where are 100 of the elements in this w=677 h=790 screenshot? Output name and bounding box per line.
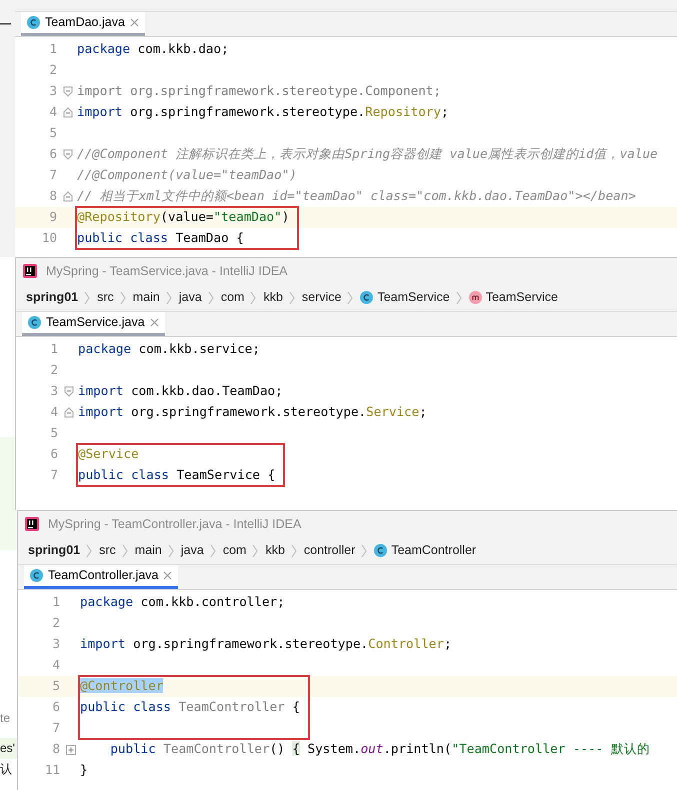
- line-number: 5: [48, 124, 58, 142]
- code-line: //@Component 注解标识在类上，表示对象由Spring容器创建 value属性表示创建的id值，value: [76, 145, 658, 164]
- line-number: 3: [48, 82, 58, 100]
- chevron-icon: [84, 290, 92, 304]
- breadcrumb-item[interactable]: main: [134, 541, 162, 560]
- chevron-icon: [361, 544, 368, 558]
- chevron-icon: [288, 290, 296, 304]
- line-number: 2: [48, 61, 58, 80]
- line-number: 2: [51, 614, 61, 632]
- fold-icon: [64, 386, 74, 397]
- text-fragment: es': [0, 738, 17, 759]
- code-line: @Repository(value="teamDao"): [76, 208, 290, 226]
- code-line: import org.springframework.stereotype.Repository;: [76, 103, 449, 122]
- fold-icon: [63, 86, 73, 97]
- line-number: 3: [51, 635, 61, 654]
- fold-icon: [63, 191, 73, 202]
- close-icon: [163, 571, 172, 580]
- breadcrumb-item[interactable]: src: [97, 288, 114, 307]
- breadcrumb-item[interactable]: com: [222, 541, 246, 560]
- code-line: import org.springframework.stereotype.Service;: [77, 403, 427, 422]
- close-icon: [130, 18, 139, 27]
- line-number: 5: [49, 424, 59, 442]
- breadcrumb-item[interactable]: controller: [304, 541, 356, 560]
- breadcrumb-item[interactable]: java: [180, 541, 204, 560]
- line-number: 1: [51, 593, 61, 612]
- breadcrumb-item[interactable]: kkb: [263, 288, 283, 307]
- breadcrumb-item[interactable]: service: [302, 288, 342, 307]
- breadcrumb-item[interactable]: spring01: [26, 288, 78, 307]
- code-line: public TeamController() { System.out.println("TeamController ---- 默认的: [109, 740, 650, 758]
- code-line: //@Component(value="teamDao"): [76, 166, 297, 184]
- class-icon: [360, 291, 374, 304]
- line-number: 11: [44, 761, 61, 780]
- code-line: import org.springframework.stereotype.Controller;: [79, 635, 452, 654]
- line-number: 9: [48, 208, 58, 226]
- chevron-icon: [208, 290, 215, 304]
- close-icon: [150, 318, 159, 327]
- method-icon: [468, 291, 482, 304]
- breadcrumb-item[interactable]: spring01: [28, 541, 80, 560]
- line-number: 6: [49, 445, 59, 464]
- class-icon: [27, 16, 40, 29]
- breadcrumb-item[interactable]: src: [99, 541, 116, 560]
- text-fragment: 认: [0, 761, 13, 778]
- line-number: 1: [49, 340, 59, 358]
- chevron-icon: [210, 544, 217, 558]
- code-line: public class TeamService {: [77, 466, 276, 484]
- breadcrumb-item[interactable]: TeamService: [468, 288, 558, 307]
- line-number: 1: [48, 40, 58, 58]
- line-number: 6: [48, 145, 58, 164]
- code-line: package com.kkb.dao;: [76, 40, 229, 58]
- file-tab[interactable]: TeamDao.java: [21, 12, 145, 36]
- code-line: public class TeamController {: [79, 698, 300, 716]
- code-line: // 相当于xml文件中的额<bean id="teamDao" class="com.kkb.dao.TeamDao"></bean>: [76, 187, 636, 206]
- file-tab[interactable]: TeamService.java: [22, 312, 165, 336]
- file-tab[interactable]: TeamController.java: [24, 565, 178, 589]
- chevron-icon: [86, 544, 94, 558]
- breadcrumb-item[interactable]: kkb: [265, 541, 285, 560]
- breadcrumb-item[interactable]: java: [178, 288, 202, 307]
- fold-icon: [63, 107, 73, 118]
- code-line: package com.kkb.service;: [77, 340, 260, 358]
- ide-logo-icon: [22, 263, 38, 279]
- window-title: MySpring - TeamService.java - IntelliJ IDEA: [46, 262, 288, 280]
- line-number: 8: [51, 740, 61, 758]
- code-line: @Service: [77, 445, 139, 464]
- ide-logo-icon: [24, 516, 40, 532]
- line-number: 5: [51, 677, 61, 696]
- fold-icon: [63, 149, 73, 160]
- chevron-icon: [252, 544, 260, 558]
- line-number: 8: [48, 187, 58, 206]
- chevron-icon: [290, 544, 298, 558]
- class-icon: [28, 316, 41, 329]
- line-number: 4: [49, 403, 59, 422]
- line-number: 10: [40, 229, 58, 248]
- breadcrumb-item[interactable]: main: [132, 288, 160, 307]
- code-line: }: [79, 761, 88, 780]
- chevron-icon: [456, 290, 463, 304]
- line-number: 4: [48, 103, 58, 122]
- line-number: 2: [49, 361, 59, 380]
- chevron-icon: [120, 290, 127, 304]
- line-number: 4: [51, 656, 61, 674]
- expand-icon: [66, 744, 76, 754]
- code-line: import org.springframework.stereotype.Component;: [76, 82, 441, 100]
- chevron-icon: [168, 544, 175, 558]
- chevron-icon: [250, 290, 258, 304]
- line-number: 7: [49, 466, 59, 484]
- line-number: 3: [49, 382, 59, 400]
- breadcrumb-item[interactable]: com: [220, 288, 244, 307]
- breadcrumb-item[interactable]: TeamController: [374, 541, 476, 560]
- line-number: 7: [48, 166, 58, 184]
- code-line: public class TeamDao {: [76, 229, 244, 248]
- window-title: MySpring - TeamController.java - IntelliJ IDEA: [48, 516, 302, 533]
- chevron-icon: [122, 544, 129, 558]
- line-number: 6: [51, 698, 61, 716]
- fold-icon: [64, 407, 74, 418]
- line-number: 7: [51, 719, 61, 738]
- breadcrumb-item[interactable]: TeamService: [360, 288, 450, 307]
- class-icon: [374, 544, 388, 557]
- chevron-icon: [347, 290, 354, 304]
- class-icon: [30, 569, 43, 582]
- text-fragment: te: [0, 710, 12, 727]
- chevron-icon: [166, 290, 173, 304]
